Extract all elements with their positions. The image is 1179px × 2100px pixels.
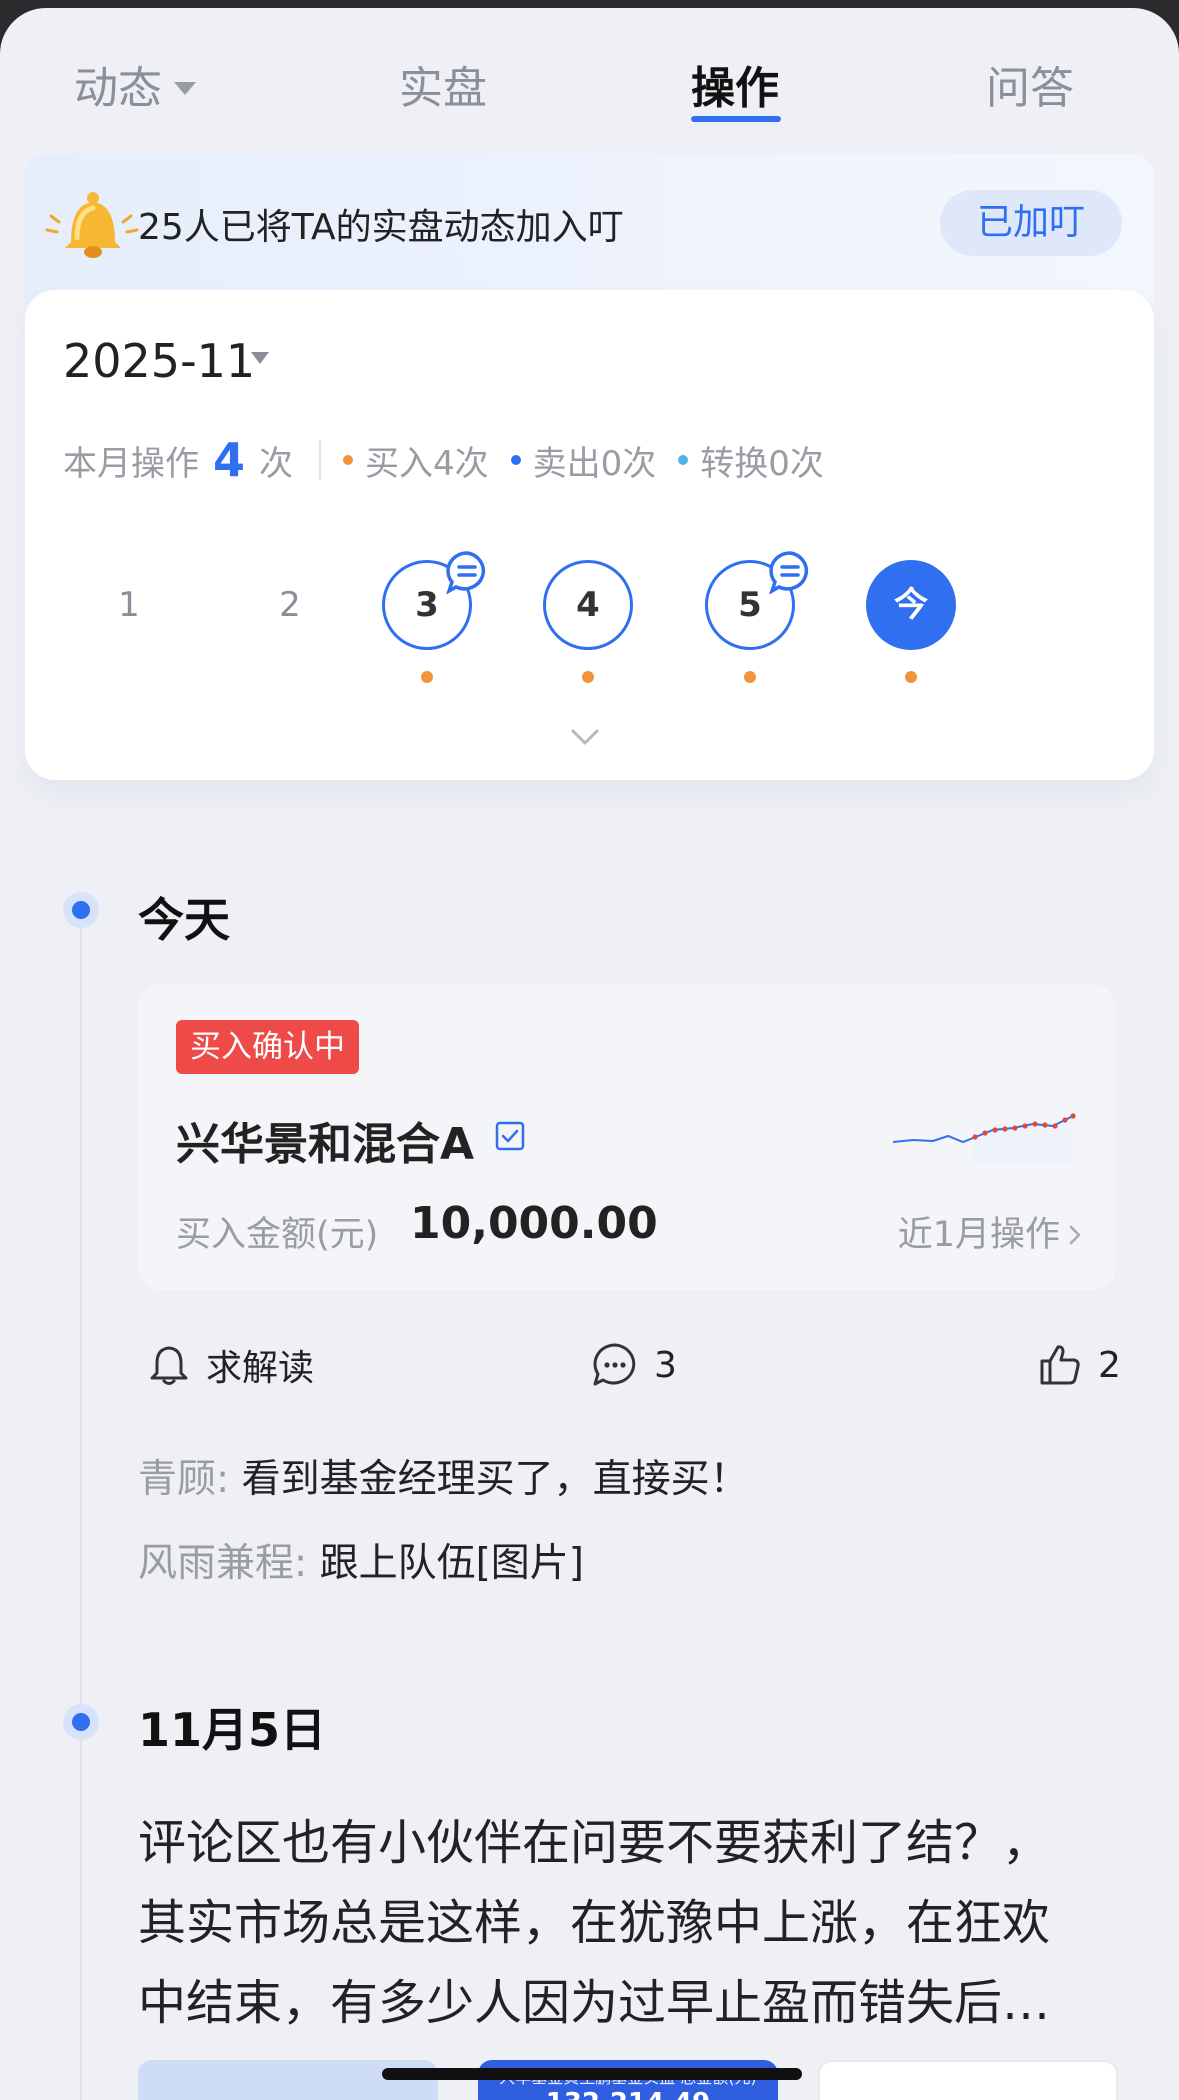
sell-stat: 卖出0次 [510, 436, 657, 485]
active-tab-indicator [691, 116, 781, 122]
tab-qa-label: 问答 [986, 63, 1074, 114]
day-2[interactable]: 2 [245, 560, 335, 650]
expand-chevron-icon[interactable] [570, 728, 600, 746]
dropdown-caret-icon [174, 81, 196, 95]
tab-bar: 动态 实盘 操作 问答 [0, 52, 1179, 132]
checkbox-check-icon [495, 1121, 525, 1151]
timeline-date-today: 今天 [138, 893, 230, 947]
comment-sep: : [216, 1457, 230, 1502]
comment-item[interactable]: 风雨兼程: 跟上队伍[图片] [138, 1532, 584, 1588]
month-dropdown-icon[interactable] [251, 352, 269, 364]
post-image-thumbnail[interactable] [138, 2060, 438, 2100]
timeline-line [80, 920, 82, 2100]
operation-dot-icon [744, 671, 756, 683]
post-line: 中结束，有多少人因为过早止盈而错失后… [138, 1975, 1051, 2031]
post-line: 其实市场总是这样，在犹豫中上涨，在狂欢 [138, 1895, 1051, 1951]
buy-dot-icon [343, 455, 354, 465]
convert-stat: 转换0次 [678, 436, 824, 485]
home-indicator[interactable] [382, 2068, 802, 2080]
like-button[interactable]: 2 [1036, 1330, 1121, 1400]
comment-count: 3 [654, 1344, 677, 1386]
convert-dot-icon [678, 455, 689, 465]
amount-value: 10,000.00 [410, 1198, 658, 1249]
post-actions: 求解读 3 2 [138, 1330, 1121, 1400]
comment-sep: : [294, 1541, 308, 1586]
amount-label: 买入金额(元) [176, 1215, 379, 1255]
timeline-node [63, 892, 99, 928]
post-image-thumbnail[interactable] [818, 2060, 1118, 2100]
operation-dot-icon [421, 671, 433, 683]
day-4[interactable]: 4 [543, 560, 633, 650]
comment-text: 看到基金经理买了，直接买！ [241, 1457, 749, 1502]
tab-portfolio-label: 实盘 [399, 63, 487, 114]
bell-icon [45, 192, 139, 258]
ops-suffix: 次 [259, 443, 294, 484]
explain-label: 求解读 [206, 1348, 315, 1389]
comment-icon [593, 1343, 636, 1386]
timeline-date: 11月5日 [138, 1703, 327, 1757]
sell-dot-icon [510, 455, 521, 465]
day-1[interactable]: 1 [84, 560, 174, 650]
tab-qa[interactable]: 问答 [986, 52, 1074, 116]
fund-sparkline [893, 1113, 1076, 1164]
timeline-node [63, 1704, 99, 1740]
ops-count: 4 [213, 433, 246, 487]
subscribe-banner: 25人已将TA的实盘动态加入叮 已加叮 [25, 154, 1154, 304]
recent-operations-link[interactable]: 近1月操作 [898, 1206, 1082, 1257]
post-line: 评论区也有小伙伴在问要不要获利了结？， [138, 1815, 1051, 1871]
trade-card[interactable]: 买入确认中 兴华景和混合A 买入金额(元) 10,000.00 近1月操作 [138, 984, 1116, 1290]
operation-dot-icon [905, 671, 917, 683]
app-sheet: 动态 实盘 操作 问答 25人已将TA的实盘动态加入叮 已加叮 2025-11 [0, 8, 1179, 2100]
day-strip: 1 2 3 4 5 今 [25, 551, 1154, 710]
day-today[interactable]: 今 [866, 560, 956, 650]
post-images: 兴华基金黄生鹏基金实盘 总金额(元) 132,214.49 [138, 2060, 1118, 2100]
post-body[interactable]: 评论区也有小伙伴在问要不要获利了结？， 其实市场总是这样，在犹豫中上涨，在狂欢 … [138, 1803, 1118, 2043]
divider [319, 440, 322, 480]
thumbs-up-icon [1040, 1345, 1080, 1385]
comment-button[interactable]: 3 [590, 1330, 677, 1400]
ops-prefix: 本月操作 [63, 443, 199, 484]
comment-item[interactable]: 青顾: 看到基金经理买了，直接买！ [138, 1448, 749, 1504]
bell-icon [150, 1346, 188, 1385]
tab-dynamics[interactable]: 动态 [74, 52, 196, 116]
fund-name[interactable]: 兴华景和混合A [176, 1108, 474, 1172]
tab-operations-label: 操作 [691, 63, 779, 114]
post-image-thumbnail[interactable]: 兴华基金黄生鹏基金实盘 总金额(元) 132,214.49 [478, 2060, 778, 2100]
tab-portfolio[interactable]: 实盘 [399, 52, 487, 116]
comment-user[interactable]: 青顾 [138, 1457, 216, 1502]
comment-text: 跟上队伍[图片] [319, 1541, 584, 1586]
tab-operations[interactable]: 操作 [691, 52, 779, 116]
chat-bubble-icon [446, 551, 486, 594]
explain-button[interactable]: 求解读 [146, 1330, 314, 1400]
chat-bubble-icon [769, 551, 809, 594]
buy-stat-label: 买入4次 [365, 443, 489, 484]
thumbnail-value: 132,214.49 [478, 2088, 778, 2100]
recent-operations-label: 近1月操作 [897, 1215, 1060, 1255]
buy-stat: 买入4次 [343, 436, 489, 485]
banner-text: 25人已将TA的实盘动态加入叮 [138, 207, 624, 248]
monthly-stats: 本月操作 4 次 买入4次 卖出0次 转换0次 [63, 430, 846, 490]
sell-stat-label: 卖出0次 [532, 443, 657, 484]
followed-button[interactable]: 已加叮 [940, 190, 1122, 256]
comment-user[interactable]: 风雨兼程 [138, 1541, 294, 1586]
tab-dynamics-label: 动态 [74, 63, 162, 114]
convert-stat-label: 转换0次 [700, 443, 824, 484]
month-selector[interactable]: 2025-11 [63, 334, 255, 388]
month-summary-card: 2025-11 本月操作 4 次 买入4次 卖出0次 转换0次 1 2 3 4 … [25, 290, 1154, 780]
chevron-right-icon [1068, 1215, 1082, 1255]
like-count: 2 [1098, 1344, 1121, 1386]
operation-dot-icon [582, 671, 594, 683]
status-badge: 买入确认中 [176, 1020, 359, 1074]
